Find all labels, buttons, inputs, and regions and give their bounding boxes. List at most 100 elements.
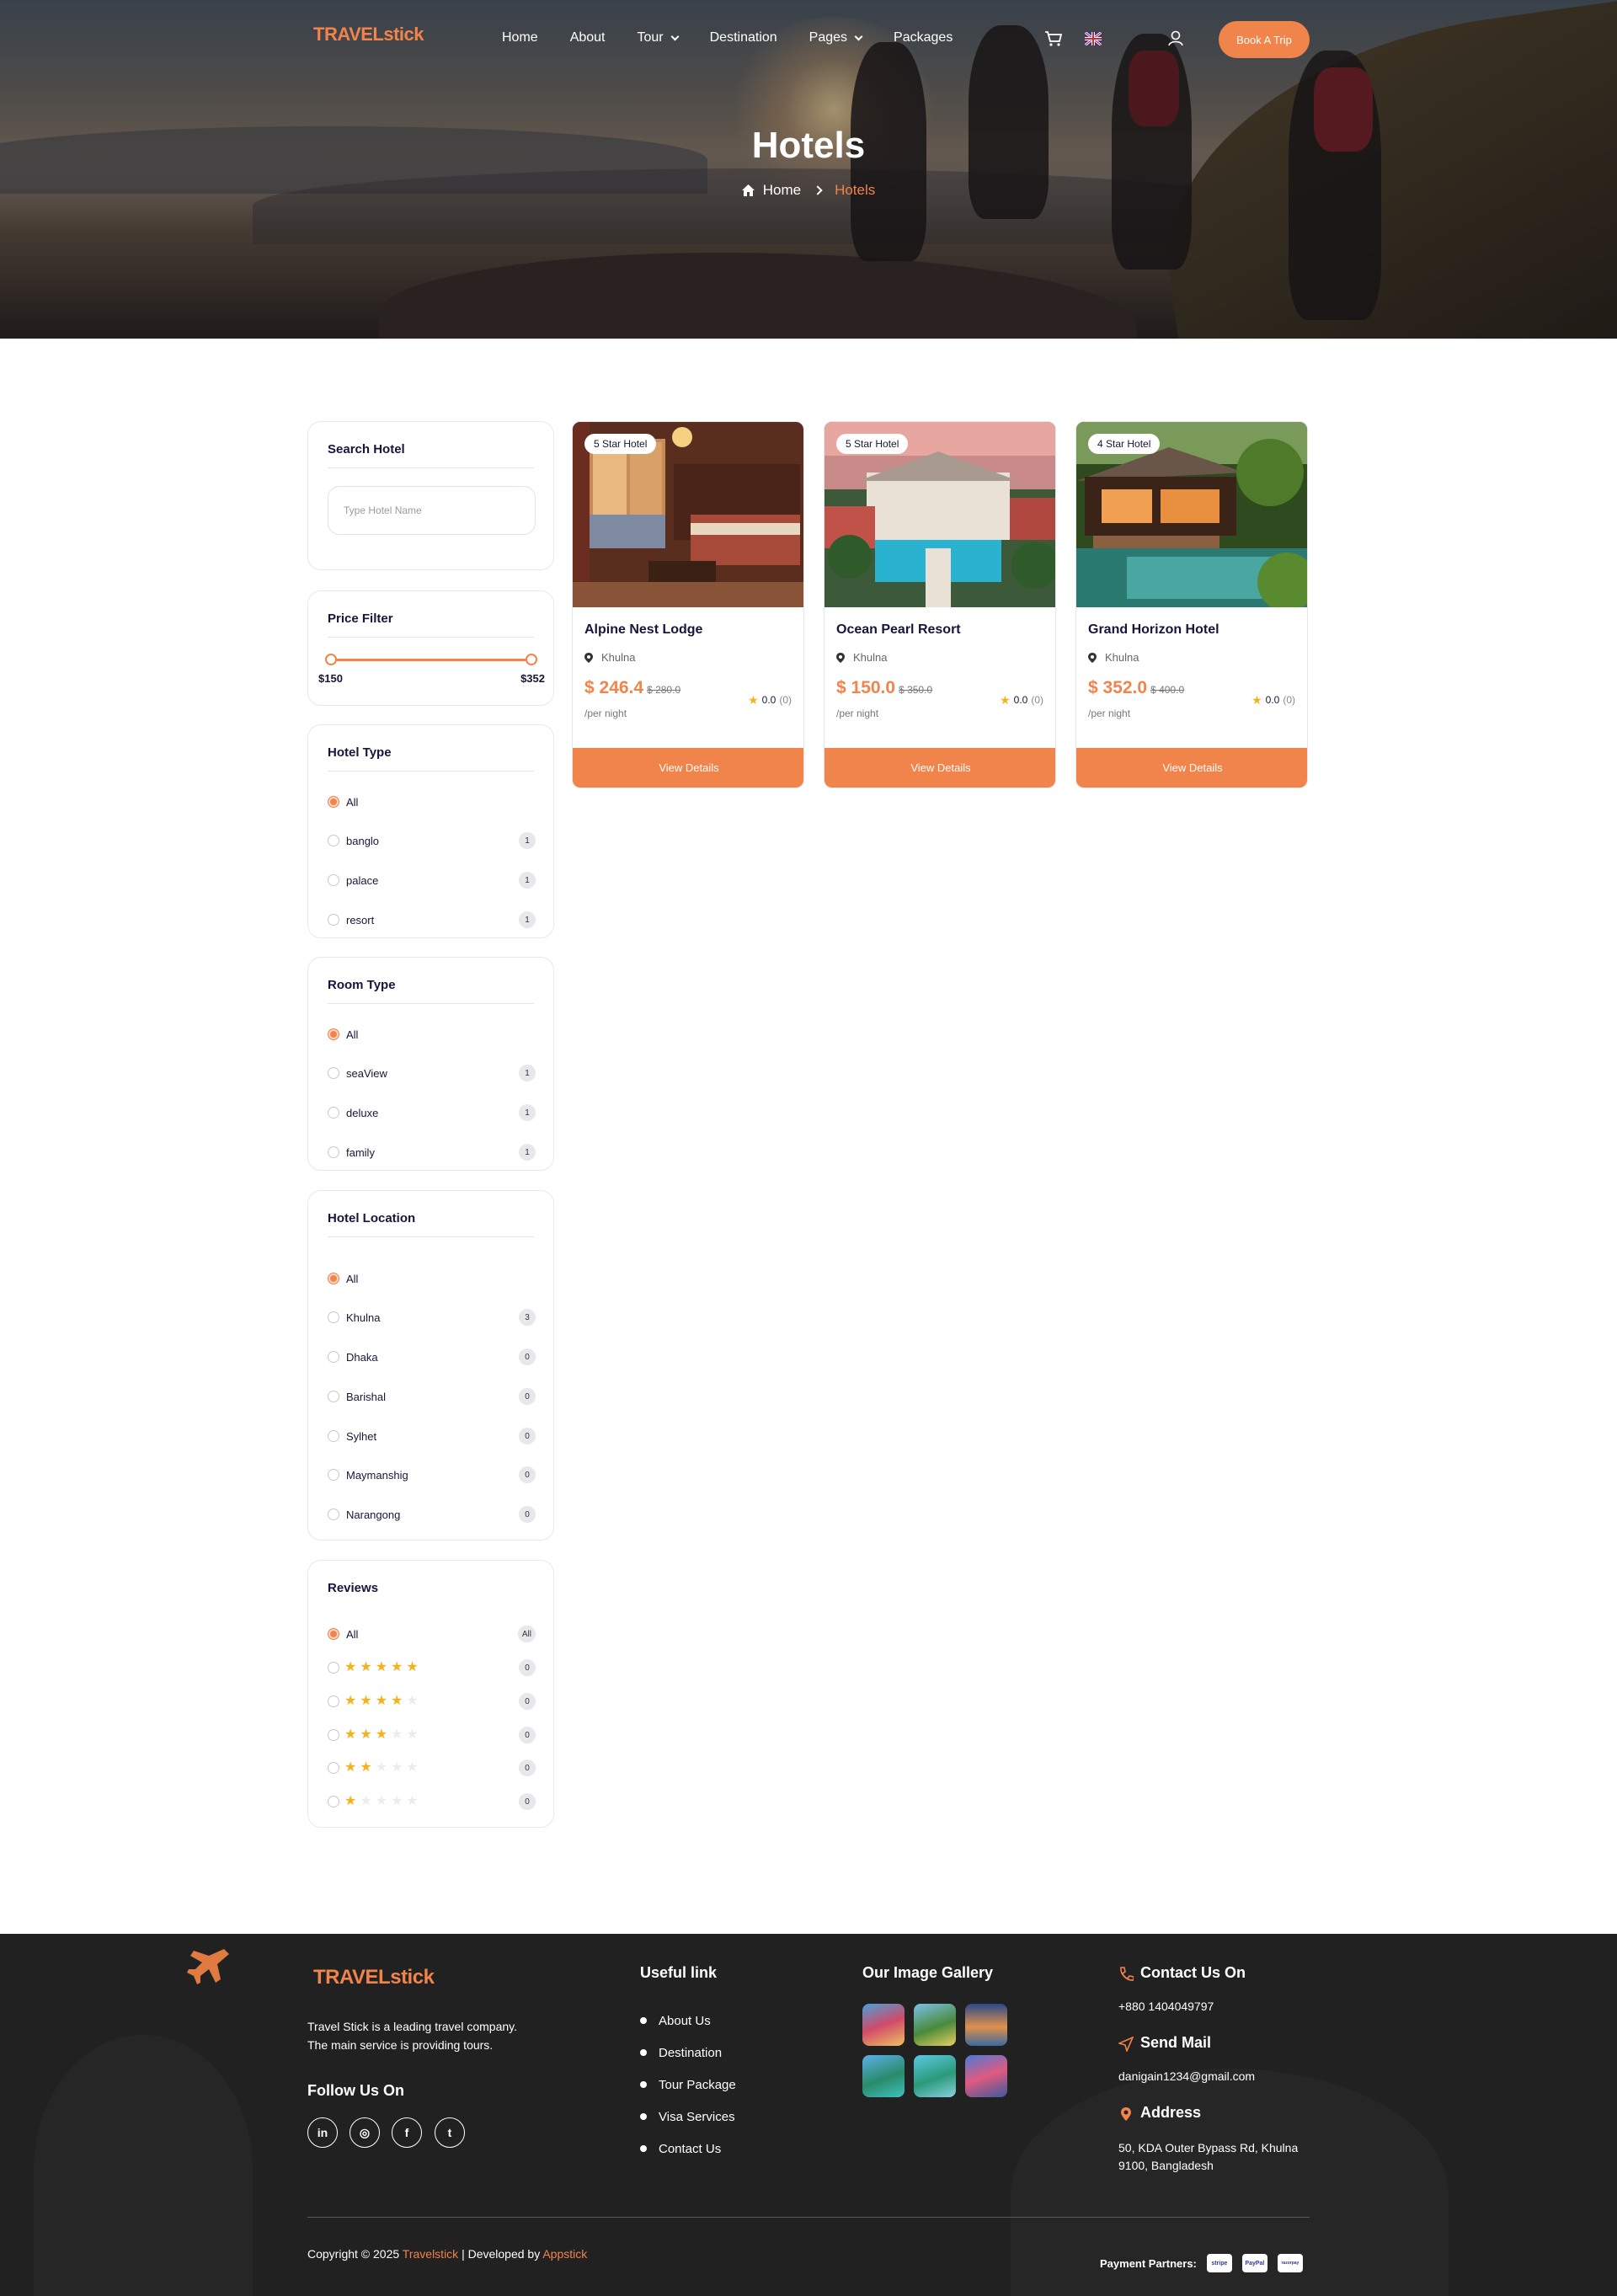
hotel-type-option-all[interactable]: All xyxy=(328,793,536,810)
room-type-option-all[interactable]: All xyxy=(328,1026,536,1043)
reviews-option-3-star[interactable]: ★ ★ ★ ★ ★ 0 xyxy=(328,1727,536,1743)
image-gallery xyxy=(862,2004,1007,2097)
radio-button[interactable] xyxy=(328,874,339,886)
hotel-image[interactable]: 4 Star Hotel xyxy=(1076,422,1307,607)
location-option-barishal[interactable]: Barishal 0 xyxy=(328,1388,536,1405)
airplane-icon xyxy=(187,1949,229,1984)
footer-link-about-us[interactable]: About Us xyxy=(640,2005,736,2037)
reviews-option-1-star[interactable]: ★ ★ ★ ★ ★ 0 xyxy=(328,1793,536,1810)
hotel-type-option-palace[interactable]: palace 1 xyxy=(328,872,536,889)
book-trip-button[interactable]: Book A Trip xyxy=(1219,21,1310,58)
copyright-brand-link[interactable]: Travelstick xyxy=(403,2247,458,2261)
reviews-option-5-star[interactable]: ★ ★ ★ ★ ★ 0 xyxy=(328,1659,536,1676)
radio-button[interactable] xyxy=(328,1729,339,1741)
contact-email[interactable]: danigain1234@gmail.com xyxy=(1118,2069,1255,2083)
view-details-button[interactable]: View Details xyxy=(1076,748,1307,788)
radio-button[interactable] xyxy=(328,1695,339,1707)
room-type-option-deluxe[interactable]: deluxe 1 xyxy=(328,1104,536,1121)
footer-logo[interactable]: TRAVELstick xyxy=(313,1966,435,1989)
hotel-card[interactable]: 5 Star Hotel Alpine Nest Lodge Khulna $ … xyxy=(572,421,804,788)
radio-button[interactable] xyxy=(328,1146,339,1158)
radio-button[interactable] xyxy=(328,914,339,926)
radio-button[interactable] xyxy=(328,1351,339,1363)
radio-button[interactable] xyxy=(328,1028,339,1040)
location-option-khulna[interactable]: Khulna 3 xyxy=(328,1309,536,1326)
nav-item-destination[interactable]: Destination xyxy=(710,30,777,45)
view-details-button[interactable]: View Details xyxy=(825,748,1055,788)
twitter-icon[interactable]: t xyxy=(435,2117,465,2148)
gallery-thumbnail[interactable] xyxy=(862,2055,905,2097)
site-logo[interactable]: TRAVELstick xyxy=(313,24,424,45)
radio-button[interactable] xyxy=(328,1469,339,1481)
reviews-option-4-star[interactable]: ★ ★ ★ ★ ★ 0 xyxy=(328,1693,536,1710)
footer-link-tour-package[interactable]: Tour Package xyxy=(640,2069,736,2101)
radio-button[interactable] xyxy=(328,1796,339,1807)
reviews-option-2-star[interactable]: ★ ★ ★ ★ ★ 0 xyxy=(328,1759,536,1776)
divider xyxy=(328,637,534,638)
facebook-icon[interactable]: f xyxy=(392,2117,422,2148)
footer-link-contact-us[interactable]: Contact Us xyxy=(640,2133,736,2165)
star-empty-icon: ★ xyxy=(375,1760,388,1775)
rating-value: 0.0 xyxy=(1013,694,1028,706)
radio-button[interactable] xyxy=(328,835,339,846)
developer-link[interactable]: Appstick xyxy=(542,2247,587,2261)
radio-button[interactable] xyxy=(328,1508,339,1520)
radio-button[interactable] xyxy=(328,1628,339,1640)
room-type-option-family[interactable]: family 1 xyxy=(328,1144,536,1161)
location-option-all[interactable]: All xyxy=(328,1270,536,1287)
gallery-thumbnail[interactable] xyxy=(862,2004,905,2046)
user-icon[interactable] xyxy=(1167,29,1184,46)
footer-link-destination[interactable]: Destination xyxy=(640,2037,736,2069)
radio-button[interactable] xyxy=(328,1430,339,1442)
hotel-card[interactable]: 4 Star Hotel Grand Horizon Hotel Khulna … xyxy=(1075,421,1308,788)
radio-button[interactable] xyxy=(328,796,339,808)
hotel-type-option-resort[interactable]: resort 1 xyxy=(328,911,536,928)
radio-button[interactable] xyxy=(328,1273,339,1284)
radio-button[interactable] xyxy=(328,1067,339,1079)
price-slider-min-handle[interactable] xyxy=(325,654,337,665)
nav-item-packages[interactable]: Packages xyxy=(894,30,953,45)
room-type-option-seaview[interactable]: seaView 1 xyxy=(328,1065,536,1081)
breadcrumb: Home Hotels xyxy=(0,182,1617,199)
hotel-name[interactable]: Ocean Pearl Resort xyxy=(836,622,961,638)
hotel-image[interactable]: 5 Star Hotel xyxy=(573,422,803,607)
location-option-sylhet[interactable]: Sylhet 0 xyxy=(328,1428,536,1444)
nav-item-tour[interactable]: Tour xyxy=(638,30,680,45)
hotel-name[interactable]: Grand Horizon Hotel xyxy=(1088,622,1219,638)
price-slider-track[interactable] xyxy=(331,659,531,661)
radio-button[interactable] xyxy=(328,1311,339,1323)
hotel-card[interactable]: 5 Star Hotel Ocean Pearl Resort Khulna $… xyxy=(824,421,1056,788)
footer-link-visa-services[interactable]: Visa Services xyxy=(640,2101,736,2133)
review-count: (0) xyxy=(779,694,792,706)
count-badge: 1 xyxy=(519,1065,536,1081)
radio-button[interactable] xyxy=(328,1762,339,1774)
radio-button[interactable] xyxy=(328,1662,339,1674)
price-slider-max-handle[interactable] xyxy=(526,654,537,665)
breadcrumb-home[interactable]: Home xyxy=(763,182,801,199)
gallery-thumbnail[interactable] xyxy=(914,2004,956,2046)
hotel-search-input[interactable] xyxy=(328,486,536,535)
nav-item-home[interactable]: Home xyxy=(502,30,538,45)
nav-item-pages[interactable]: Pages xyxy=(809,30,863,45)
hotel-type-option-banglo[interactable]: banglo 1 xyxy=(328,832,536,849)
hotel-name[interactable]: Alpine Nest Lodge xyxy=(584,622,702,638)
footer-links: About Us Destination Tour Package Visa S… xyxy=(640,2005,736,2165)
radio-button[interactable] xyxy=(328,1107,339,1119)
gallery-thumbnail[interactable] xyxy=(965,2055,1007,2097)
view-details-button[interactable]: View Details xyxy=(573,748,803,788)
gallery-title: Our Image Gallery xyxy=(862,1964,994,1981)
linkedin-icon[interactable]: in xyxy=(307,2117,338,2148)
instagram-icon[interactable]: ◎ xyxy=(350,2117,380,2148)
location-option-dhaka[interactable]: Dhaka 0 xyxy=(328,1348,536,1365)
location-option-narangong[interactable]: Narangong 0 xyxy=(328,1506,536,1523)
hotel-image[interactable]: 5 Star Hotel xyxy=(825,422,1055,607)
uk-flag-icon[interactable] xyxy=(1085,32,1102,45)
nav-item-about[interactable]: About xyxy=(570,30,606,45)
gallery-thumbnail[interactable] xyxy=(914,2055,956,2097)
location-option-maymanshig[interactable]: Maymanshig 0 xyxy=(328,1466,536,1483)
radio-button[interactable] xyxy=(328,1391,339,1402)
contact-phone[interactable]: +880 1404049797 xyxy=(1118,2000,1214,2013)
cart-icon[interactable] xyxy=(1044,30,1063,47)
reviews-option-all[interactable]: All All xyxy=(328,1626,536,1642)
gallery-thumbnail[interactable] xyxy=(965,2004,1007,2046)
